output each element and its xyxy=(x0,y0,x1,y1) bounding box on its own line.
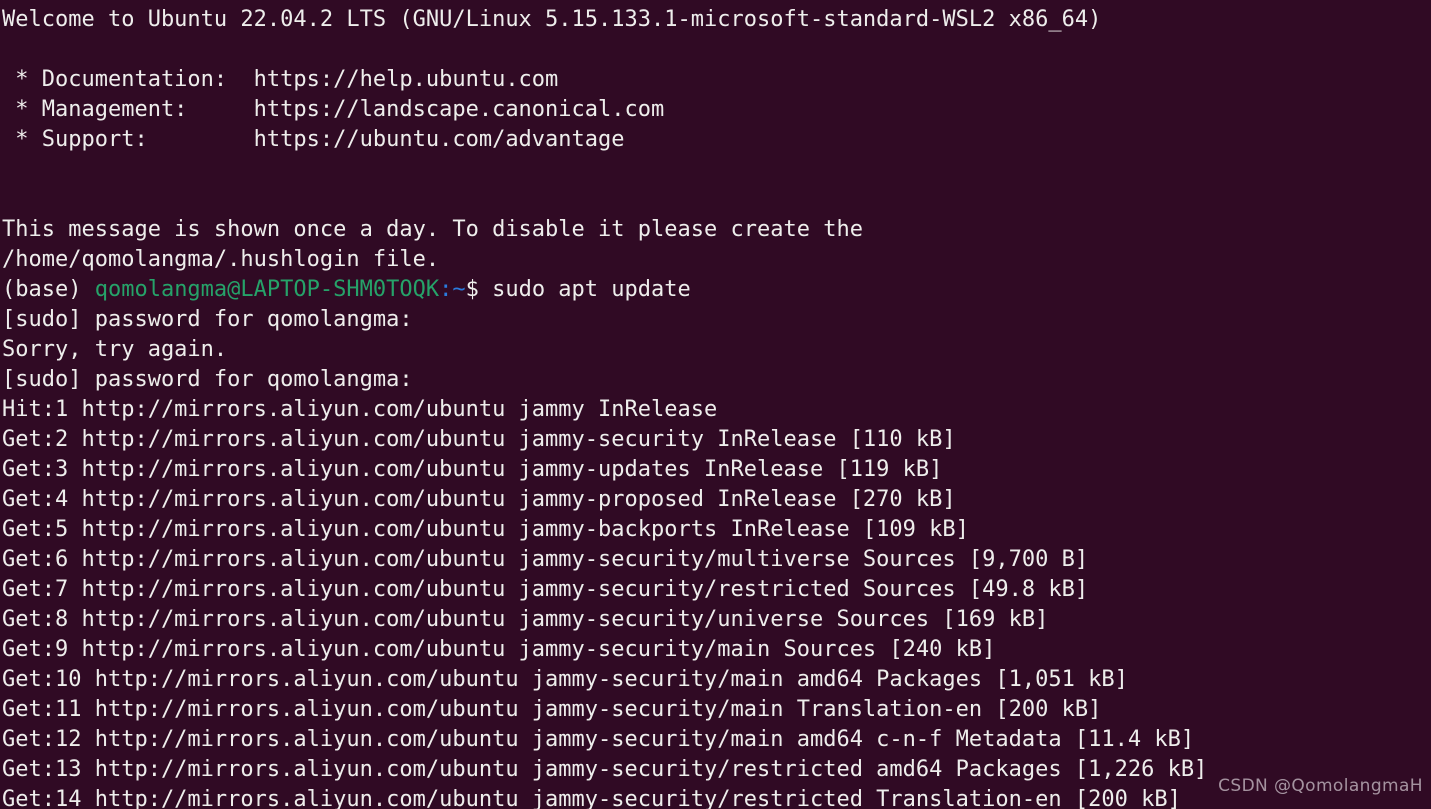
terminal-line-motd-welcome: Welcome to Ubuntu 22.04.2 LTS (GNU/Linux… xyxy=(2,5,1431,35)
terminal-line-sudo-prompt-2: [sudo] password for qomolangma: xyxy=(2,365,1431,395)
terminal-text-segment: $ sudo apt update xyxy=(465,277,691,302)
terminal-line-motd-management: * Management: https://landscape.canonica… xyxy=(2,95,1431,125)
terminal-text-segment: [sudo] password for qomolangma: xyxy=(2,307,413,332)
terminal-text-segment: :~ xyxy=(439,277,466,302)
terminal-line-apt-get-12: Get:12 http://mirrors.aliyun.com/ubuntu … xyxy=(2,725,1431,755)
terminal-text-segment: (base) xyxy=(2,277,95,302)
terminal-text-segment: qomolangma@LAPTOP-SHM0TOQK xyxy=(94,277,440,302)
terminal-text-segment: Get:4 http://mirrors.aliyun.com/ubuntu j… xyxy=(2,487,956,512)
terminal-text-segment: Get:13 http://mirrors.aliyun.com/ubuntu … xyxy=(2,757,1208,782)
terminal-text-segment: Welcome to Ubuntu 22.04.2 LTS (GNU/Linux… xyxy=(2,7,1102,32)
terminal-line-blank-1 xyxy=(2,35,1431,65)
terminal-line-sudo-retry: Sorry, try again. xyxy=(2,335,1431,365)
terminal-line-apt-hit-1: Hit:1 http://mirrors.aliyun.com/ubuntu j… xyxy=(2,395,1431,425)
terminal-line-apt-get-10: Get:10 http://mirrors.aliyun.com/ubuntu … xyxy=(2,665,1431,695)
terminal-text-segment: Get:8 http://mirrors.aliyun.com/ubuntu j… xyxy=(2,607,1049,632)
terminal-text-segment: Get:11 http://mirrors.aliyun.com/ubuntu … xyxy=(2,697,1102,722)
terminal-line-apt-get-9: Get:9 http://mirrors.aliyun.com/ubuntu j… xyxy=(2,635,1431,665)
terminal-text-segment: Get:9 http://mirrors.aliyun.com/ubuntu j… xyxy=(2,637,996,662)
terminal-text-segment: Get:2 http://mirrors.aliyun.com/ubuntu j… xyxy=(2,427,956,452)
terminal-output-buffer[interactable]: Welcome to Ubuntu 22.04.2 LTS (GNU/Linux… xyxy=(2,5,1431,809)
terminal-window[interactable]: Welcome to Ubuntu 22.04.2 LTS (GNU/Linux… xyxy=(0,0,1431,809)
terminal-text-segment: Sorry, try again. xyxy=(2,337,228,362)
terminal-line-apt-get-13: Get:13 http://mirrors.aliyun.com/ubuntu … xyxy=(2,755,1431,785)
terminal-text-segment: This message is shown once a day. To dis… xyxy=(2,217,863,242)
terminal-line-sudo-prompt-1: [sudo] password for qomolangma: xyxy=(2,305,1431,335)
terminal-text-segment: Get:14 http://mirrors.aliyun.com/ubuntu … xyxy=(2,787,1181,809)
terminal-line-apt-get-2: Get:2 http://mirrors.aliyun.com/ubuntu j… xyxy=(2,425,1431,455)
terminal-line-apt-get-7: Get:7 http://mirrors.aliyun.com/ubuntu j… xyxy=(2,575,1431,605)
terminal-line-apt-get-14: Get:14 http://mirrors.aliyun.com/ubuntu … xyxy=(2,785,1431,809)
terminal-text-segment: [sudo] password for qomolangma: xyxy=(2,367,413,392)
terminal-text-segment: Get:12 http://mirrors.aliyun.com/ubuntu … xyxy=(2,727,1195,752)
terminal-line-motd-hushlogin-1: This message is shown once a day. To dis… xyxy=(2,215,1431,245)
terminal-line-motd-support: * Support: https://ubuntu.com/advantage xyxy=(2,125,1431,155)
terminal-text-segment: Get:10 http://mirrors.aliyun.com/ubuntu … xyxy=(2,667,1128,692)
terminal-text-segment: /home/qomolangma/.hushlogin file. xyxy=(2,247,440,272)
terminal-line-apt-get-8: Get:8 http://mirrors.aliyun.com/ubuntu j… xyxy=(2,605,1431,635)
terminal-text-segment: * Management: https://landscape.canonica… xyxy=(2,97,665,122)
terminal-text-segment: Get:5 http://mirrors.aliyun.com/ubuntu j… xyxy=(2,517,969,542)
terminal-line-prompt-command: (base) qomolangma@LAPTOP-SHM0TOQK:~$ sud… xyxy=(2,275,1431,305)
terminal-line-blank-2 xyxy=(2,155,1431,185)
terminal-line-apt-get-11: Get:11 http://mirrors.aliyun.com/ubuntu … xyxy=(2,695,1431,725)
terminal-text-segment: Hit:1 http://mirrors.aliyun.com/ubuntu j… xyxy=(2,397,718,422)
terminal-line-apt-get-5: Get:5 http://mirrors.aliyun.com/ubuntu j… xyxy=(2,515,1431,545)
terminal-text-segment: * Support: https://ubuntu.com/advantage xyxy=(2,127,625,152)
terminal-text-segment: Get:6 http://mirrors.aliyun.com/ubuntu j… xyxy=(2,547,1089,572)
terminal-text-segment: Get:7 http://mirrors.aliyun.com/ubuntu j… xyxy=(2,577,1089,602)
terminal-line-apt-get-6: Get:6 http://mirrors.aliyun.com/ubuntu j… xyxy=(2,545,1431,575)
terminal-text-segment: Get:3 http://mirrors.aliyun.com/ubuntu j… xyxy=(2,457,943,482)
terminal-line-blank-3 xyxy=(2,185,1431,215)
terminal-line-apt-get-3: Get:3 http://mirrors.aliyun.com/ubuntu j… xyxy=(2,455,1431,485)
terminal-text-segment: * Documentation: https://help.ubuntu.com xyxy=(2,67,559,92)
terminal-line-apt-get-4: Get:4 http://mirrors.aliyun.com/ubuntu j… xyxy=(2,485,1431,515)
terminal-line-motd-hushlogin-2: /home/qomolangma/.hushlogin file. xyxy=(2,245,1431,275)
terminal-line-motd-documentation: * Documentation: https://help.ubuntu.com xyxy=(2,65,1431,95)
